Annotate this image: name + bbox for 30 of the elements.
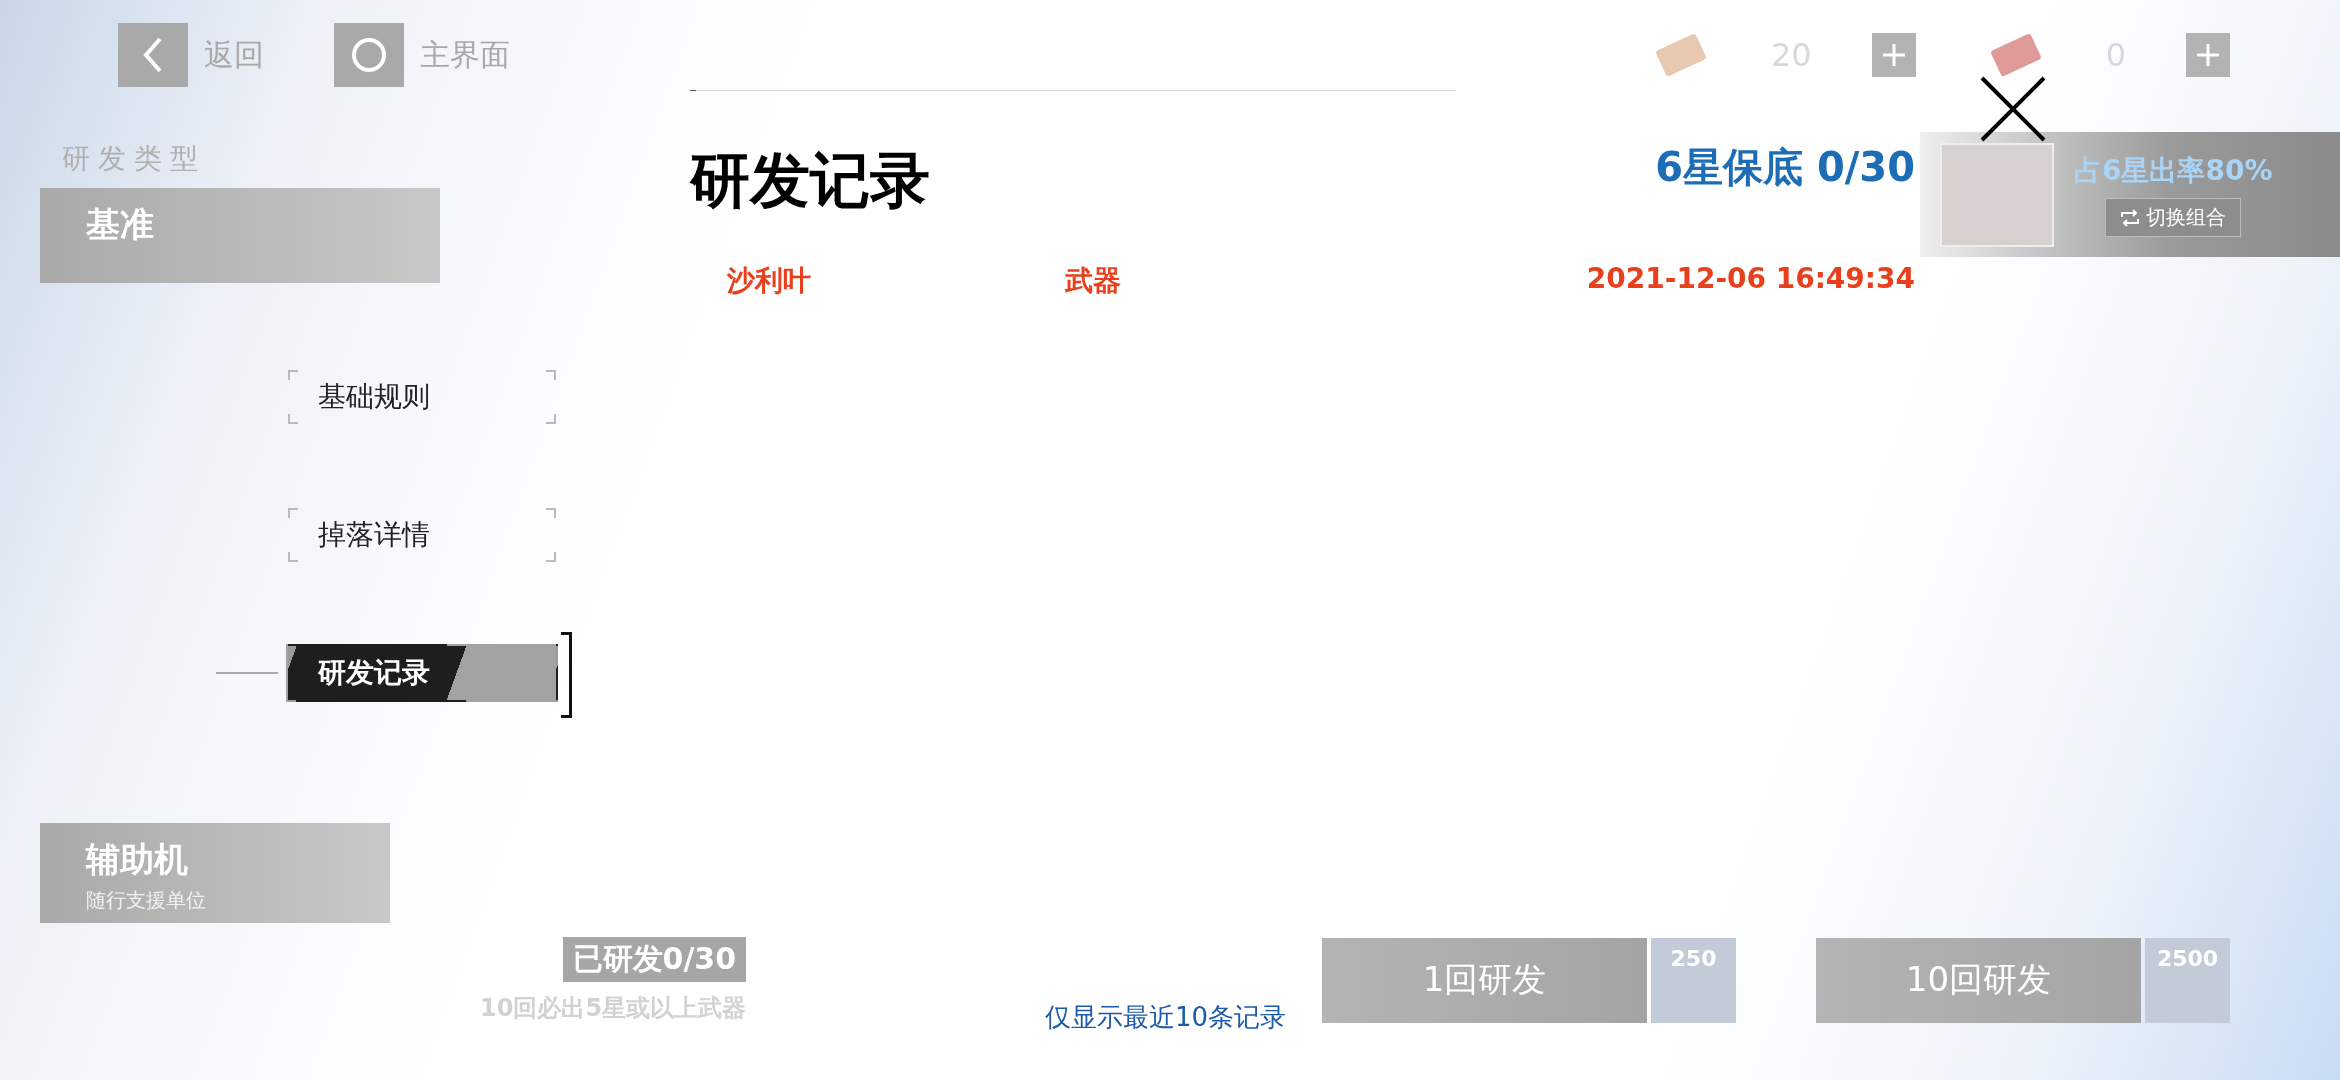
dialog-title: 研发记录 bbox=[690, 144, 930, 217]
draw-button[interactable]: 1回研发 bbox=[1322, 937, 1647, 1023]
cost-badge: 250 bbox=[1651, 937, 1736, 1023]
switch-button[interactable]: 切换组合 bbox=[2105, 198, 2242, 237]
cost-badge: 2500 bbox=[2145, 937, 2230, 1023]
tab[interactable]: 研发记录 bbox=[286, 644, 558, 702]
category-card[interactable]: 基准 bbox=[40, 188, 440, 283]
back-button[interactable]: 返回 bbox=[118, 23, 264, 87]
close-icon bbox=[1978, 74, 2048, 144]
close-button[interactable] bbox=[1978, 74, 2048, 144]
swap-arrows-icon bbox=[2120, 208, 2141, 227]
home-button[interactable]: 主界面 bbox=[334, 23, 510, 87]
section-heading: 研发类型 bbox=[61, 141, 207, 177]
rate-text: 占6星出率80% bbox=[2074, 153, 2273, 189]
draw-button[interactable]: 10回研发 bbox=[1816, 937, 2141, 1023]
pity-counter: 6星保底 0/30 bbox=[1655, 143, 1915, 192]
tab[interactable]: 基础规则 bbox=[286, 368, 558, 426]
circle-icon bbox=[349, 35, 389, 75]
plus-icon bbox=[2195, 42, 2221, 68]
footnote: 仅显示最近10条记录 bbox=[1045, 1001, 1288, 1034]
record-name: 沙利叶 bbox=[727, 263, 812, 299]
plus-icon bbox=[1880, 42, 1907, 68]
progress-badge: 已研发0/30 bbox=[562, 936, 747, 982]
add-button[interactable] bbox=[1871, 33, 1916, 77]
category-card[interactable]: 辅助机 随行支援单位 bbox=[40, 823, 390, 923]
record-time: 2021-12-06 16:49:34 bbox=[1586, 262, 1915, 297]
tab[interactable]: 掉落详情 bbox=[286, 506, 558, 564]
add-button[interactable] bbox=[2186, 33, 2230, 77]
record-type: 武器 bbox=[1065, 263, 1122, 299]
connector-line bbox=[216, 672, 278, 674]
